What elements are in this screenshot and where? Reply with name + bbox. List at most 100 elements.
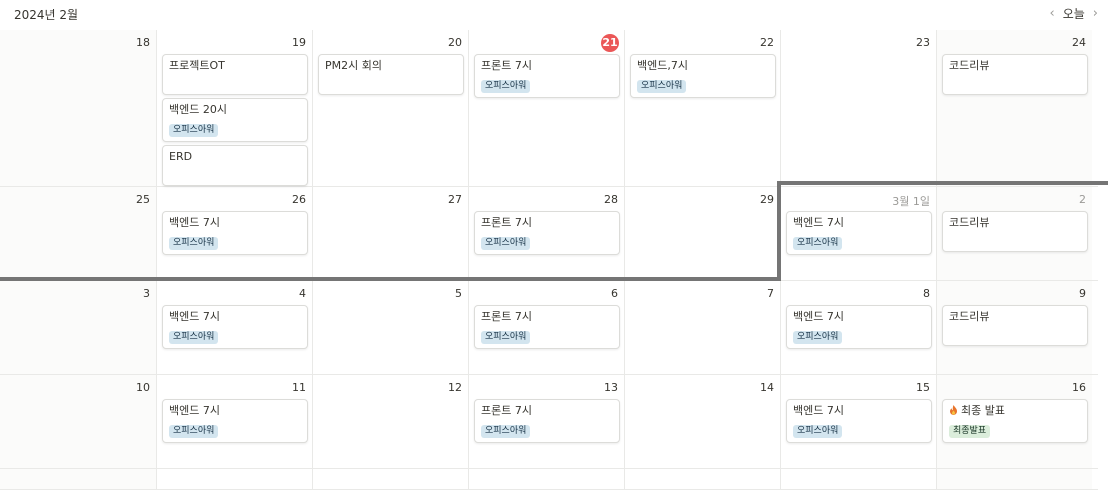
calendar-day-cell[interactable]: 16 최종 발표 최종발표 <box>936 375 1092 468</box>
event-card[interactable]: 프론트 7시오피스아워 <box>474 399 620 443</box>
calendar-week-row: 3 4 백엔드 7시 오피스아워 5 6 프론트 7시 오피스아워 7 8 백엔드 7시 오피스아워 9… <box>0 281 1098 375</box>
calendar-day-cell[interactable]: 14 <box>624 375 780 468</box>
event-title-row: 백엔드 7시 <box>169 403 302 418</box>
event-list: PM2시 회의 <box>318 54 464 95</box>
event-card[interactable]: 백엔드 7시 오피스아워 <box>162 305 308 349</box>
event-title: 프론트 7시 <box>481 59 532 72</box>
calendar-day-cell[interactable]: 23 <box>780 30 936 186</box>
event-tag: 오피스아워 <box>481 425 531 438</box>
event-card[interactable]: 코드리뷰 <box>942 305 1088 346</box>
event-title-row: 코드리뷰 <box>949 215 1082 230</box>
event-card[interactable]: 백엔드,7시 오피스아워 <box>630 54 776 98</box>
calendar-day-cell[interactable]: 28 프론트 7시 오피스아워 <box>468 187 624 280</box>
calendar-week-row: 25 26 백엔드 7시 오피스아워 27 28 프론트 7시 오피스아워 29 3월 1일 백엔드… <box>0 187 1098 281</box>
calendar-day-cell[interactable] <box>936 469 1092 489</box>
day-number: 20 <box>448 36 462 49</box>
calendar-day-cell[interactable]: 11 백엔드 7시 오피스아워 <box>156 375 312 468</box>
event-title: 백엔드 7시 <box>169 216 220 229</box>
calendar-day-cell[interactable] <box>0 469 156 489</box>
calendar-day-cell[interactable]: 7 <box>624 281 780 374</box>
event-card[interactable]: 코드리뷰 <box>942 54 1088 95</box>
calendar-day-cell[interactable]: 29 <box>624 187 780 280</box>
calendar-day-cell[interactable]: 5 <box>312 281 468 374</box>
event-title-row: ERD <box>169 149 302 164</box>
event-title-row: 백엔드 7시 <box>793 215 926 230</box>
day-number: 13 <box>604 381 618 394</box>
calendar-day-cell[interactable] <box>780 469 936 489</box>
calendar-day-cell[interactable] <box>624 469 780 489</box>
event-title: 백엔드 20시 <box>169 103 227 116</box>
event-tag: 오피스아워 <box>481 80 531 93</box>
event-title: 백엔드 7시 <box>169 310 220 323</box>
calendar-day-cell[interactable]: 27 <box>312 187 468 280</box>
event-card[interactable]: 프론트 7시 오피스아워 <box>474 211 620 255</box>
event-card[interactable]: 백엔드 20시 오피스아워 <box>162 98 308 142</box>
calendar-day-cell[interactable]: 25 <box>0 187 156 280</box>
calendar-day-cell[interactable] <box>468 469 624 489</box>
calendar-day-cell[interactable]: 10 <box>0 375 156 468</box>
event-card[interactable]: 백엔드 7시 오피스아워 <box>162 211 308 255</box>
day-number: 4 <box>299 287 306 300</box>
calendar-day-cell[interactable]: 2 코드리뷰 <box>936 187 1092 280</box>
calendar-day-cell[interactable] <box>156 469 312 489</box>
event-title-row: 코드리뷰 <box>949 309 1082 324</box>
calendar-day-cell[interactable]: 9 코드리뷰 <box>936 281 1092 374</box>
event-card[interactable]: 프로젝트OT <box>162 54 308 95</box>
event-title: 백엔드 7시 <box>793 216 844 229</box>
calendar-day-cell[interactable]: 15 백엔드 7시 오피스아워 <box>780 375 936 468</box>
event-card[interactable]: 최종 발표최종발표 <box>942 399 1088 443</box>
month-boundary-line <box>777 181 1108 185</box>
calendar-day-cell[interactable]: 21 프론트 7시 오피스아워 <box>468 30 624 186</box>
event-card[interactable]: 백엔드 7시 오피스아워 <box>786 399 932 443</box>
day-number: 3월 1일 <box>892 195 930 208</box>
calendar-day-cell[interactable] <box>312 469 468 489</box>
event-card[interactable]: 백엔드 7시 오피스아워 <box>162 399 308 443</box>
calendar-day-cell[interactable]: 8 백엔드 7시 오피스아워 <box>780 281 936 374</box>
event-card[interactable]: 코드리뷰 <box>942 211 1088 252</box>
event-card[interactable]: 프론트 7시오피스아워 <box>474 54 620 98</box>
calendar-day-cell[interactable]: 19 프로젝트OT 백엔드 20시 오피스아워 ERD <box>156 30 312 186</box>
day-number: 22 <box>760 36 774 49</box>
next-month-icon[interactable]: › <box>1093 6 1098 21</box>
day-number: 25 <box>136 193 150 206</box>
event-list: 코드리뷰 <box>942 54 1088 95</box>
calendar-day-cell[interactable]: 24 코드리뷰 <box>936 30 1092 186</box>
day-number: 5 <box>455 287 462 300</box>
calendar-day-cell[interactable]: 26 백엔드 7시 오피스아워 <box>156 187 312 280</box>
event-title: 프로젝트OT <box>169 59 225 72</box>
event-card[interactable]: 백엔드 7시 오피스아워 <box>786 305 932 349</box>
calendar-day-cell[interactable]: 20 PM2시 회의 <box>312 30 468 186</box>
event-title: 프론트 7시 <box>481 216 532 229</box>
event-card[interactable]: ERD <box>162 145 308 186</box>
calendar-day-cell[interactable]: 3월 1일백엔드 7시 오피스아워 <box>780 187 936 280</box>
today-button[interactable]: 오늘 <box>1063 5 1085 22</box>
day-number: 3 <box>143 287 150 300</box>
day-number: 28 <box>604 193 618 206</box>
event-tag: 오피스아워 <box>793 331 843 344</box>
prev-month-icon[interactable]: ‹ <box>1050 6 1055 21</box>
event-title-row: 프론트 7시 <box>481 309 614 324</box>
calendar-day-cell[interactable]: 12 <box>312 375 468 468</box>
calendar-header: 2024년 2월 ‹ 오늘 › <box>0 0 1108 28</box>
calendar-day-cell[interactable]: 6 프론트 7시 오피스아워 <box>468 281 624 374</box>
calendar-day-cell[interactable]: 22 백엔드,7시 오피스아워 <box>624 30 780 186</box>
calendar-day-cell[interactable]: 3 <box>0 281 156 374</box>
event-title-row: PM2시 회의 <box>325 58 458 73</box>
event-title: 백엔드,7시 <box>637 59 688 72</box>
month-boundary-line <box>777 181 781 281</box>
event-card[interactable]: PM2시 회의 <box>318 54 464 95</box>
day-number: 8 <box>923 287 930 300</box>
event-tag: 최종발표 <box>949 425 991 438</box>
event-title: 백엔드 7시 <box>793 404 844 417</box>
calendar-day-cell[interactable]: 4 백엔드 7시 오피스아워 <box>156 281 312 374</box>
event-title: 코드리뷰 <box>949 59 990 72</box>
event-title: PM2시 회의 <box>325 59 382 72</box>
calendar-day-cell[interactable]: 18 <box>0 30 156 186</box>
event-card[interactable]: 백엔드 7시 오피스아워 <box>786 211 932 255</box>
event-title-row: 최종 발표 <box>949 403 1082 418</box>
calendar-day-cell[interactable]: 13 프론트 7시오피스아워 <box>468 375 624 468</box>
event-list: 코드리뷰 <box>942 211 1088 252</box>
event-list: 최종 발표최종발표 <box>942 399 1088 443</box>
event-title-row: 프론트 7시 <box>481 403 614 418</box>
event-card[interactable]: 프론트 7시 오피스아워 <box>474 305 620 349</box>
